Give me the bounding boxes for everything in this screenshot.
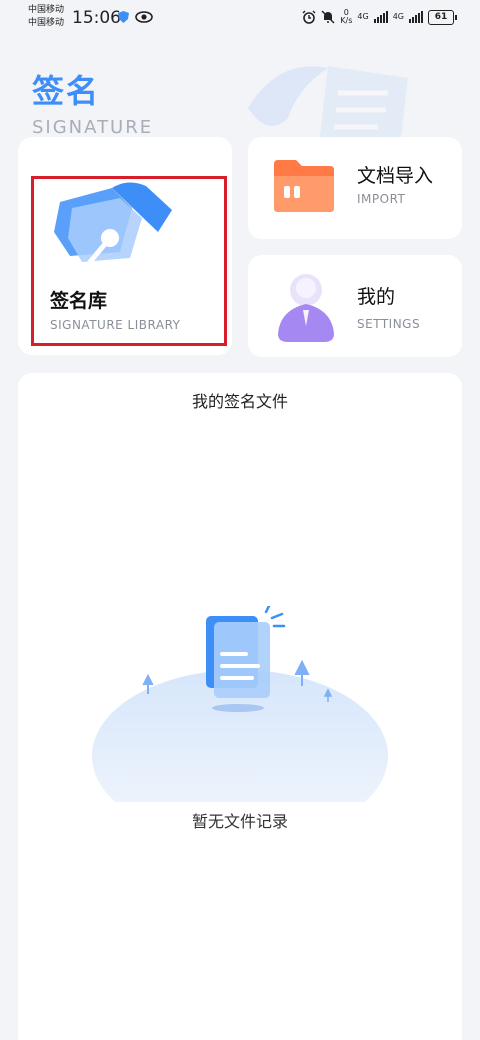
- empty-document-icon: [92, 606, 388, 802]
- signature-files-title: 我的签名文件: [191, 392, 288, 411]
- signal-icon: [373, 11, 388, 23]
- page-title: 签名: [32, 72, 101, 110]
- folder-icon: [274, 160, 334, 212]
- status-bar: 中国移动 中国移动 15:06 0 K/s 4G 4G 61: [0, 0, 480, 36]
- my-settings-title: 我的: [357, 286, 396, 308]
- carrier-info: 中国移动 中国移动: [28, 4, 64, 30]
- eye-icon: [135, 11, 153, 23]
- battery-icon: 61: [428, 9, 457, 25]
- network-speed: 0 K/s: [340, 8, 353, 25]
- shield-icon: [118, 11, 129, 23]
- alarm-icon: [302, 10, 316, 24]
- empty-state-text: 暂无文件记录: [191, 812, 288, 831]
- carrier-1: 中国移动: [28, 5, 65, 15]
- network-type-2: 4G: [392, 12, 404, 21]
- my-settings-subtitle: SETTINGS: [357, 317, 421, 331]
- carrier-2: 中国移动: [28, 18, 65, 28]
- mute-icon: [321, 10, 335, 24]
- selection-highlight: [31, 176, 227, 346]
- network-type-1: 4G: [357, 12, 369, 21]
- document-import-subtitle: IMPORT: [357, 192, 406, 206]
- document-import-title: 文档导入: [357, 165, 434, 187]
- signal-icon: [409, 11, 423, 23]
- clock: 15:06: [72, 8, 121, 28]
- profile-icon: [278, 274, 334, 342]
- page-subtitle: SIGNATURE: [32, 117, 154, 138]
